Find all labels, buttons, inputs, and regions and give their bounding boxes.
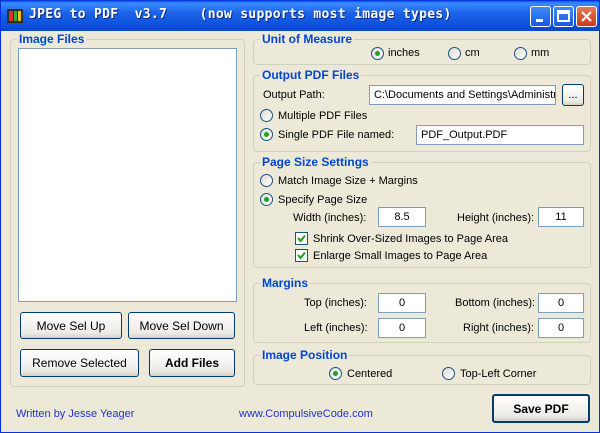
- checkmark-icon: [297, 251, 306, 260]
- single-pdf-label: Single PDF File named:: [278, 129, 395, 141]
- enlarge-label: Enlarge Small Images to Page Area: [313, 250, 488, 262]
- author-credit: Written by Jesse Yeager: [16, 408, 135, 420]
- top-margin-field[interactable]: 0: [378, 293, 426, 313]
- move-sel-up-button[interactable]: Move Sel Up: [20, 312, 122, 339]
- height-field[interactable]: 11: [538, 207, 584, 227]
- close-icon: [581, 11, 592, 22]
- multiple-pdf-label: Multiple PDF Files: [278, 110, 368, 122]
- close-button[interactable]: [576, 6, 597, 27]
- app-window: JPEG to PDF v3.7 (now supports most imag…: [0, 0, 600, 433]
- right-margin-label: Right (inches):: [463, 322, 534, 334]
- top-left-corner-radio[interactable]: [442, 367, 455, 380]
- maximize-icon: [557, 10, 570, 22]
- mm-radio[interactable]: [514, 47, 527, 60]
- image-files-list[interactable]: [18, 48, 237, 302]
- enlarge-checkbox[interactable]: [295, 249, 308, 262]
- minimize-icon: [536, 19, 543, 22]
- top-margin-label: Top (inches):: [304, 297, 367, 309]
- unit-of-measure-title: Unit of Measure: [260, 32, 355, 46]
- single-pdf-radio[interactable]: [260, 128, 273, 141]
- pdf-filename-field[interactable]: PDF_Output.PDF: [416, 125, 584, 145]
- top-left-corner-label: Top-Left Corner: [460, 368, 537, 380]
- image-position-title: Image Position: [260, 348, 350, 362]
- centered-radio[interactable]: [329, 367, 342, 380]
- width-label: Width (inches):: [293, 212, 367, 224]
- match-image-size-radio[interactable]: [260, 174, 273, 187]
- centered-label: Centered: [347, 368, 393, 380]
- inches-label: inches: [388, 47, 420, 59]
- browse-button[interactable]: ...: [562, 84, 584, 106]
- checkmark-icon: [297, 234, 306, 243]
- title-bar[interactable]: JPEG to PDF v3.7 (now supports most imag…: [1, 1, 599, 31]
- height-label: Height (inches):: [457, 212, 535, 224]
- margins-title: Margins: [260, 276, 311, 290]
- maximize-button[interactable]: [553, 6, 574, 27]
- save-pdf-button[interactable]: Save PDF: [492, 394, 590, 423]
- image-position-group: Image Position: [253, 348, 591, 385]
- width-field[interactable]: 8.5: [378, 207, 426, 227]
- left-margin-label: Left (inches):: [304, 322, 368, 334]
- cm-radio[interactable]: [448, 47, 461, 60]
- add-files-button[interactable]: Add Files: [149, 349, 235, 377]
- right-margin-field[interactable]: 0: [538, 318, 584, 338]
- output-pdf-title: Output PDF Files: [260, 68, 362, 82]
- shrink-checkbox[interactable]: [295, 232, 308, 245]
- output-path-field[interactable]: C:\Documents and Settings\Administrat: [369, 85, 556, 105]
- bottom-margin-label: Bottom (inches):: [455, 297, 536, 309]
- image-files-title: Image Files: [17, 32, 87, 46]
- window-title: JPEG to PDF v3.7 (now supports most imag…: [29, 7, 452, 22]
- minimize-button[interactable]: [530, 6, 551, 27]
- specify-page-size-label: Specify Page Size: [278, 194, 368, 206]
- app-icon: [7, 9, 23, 23]
- bottom-margin-field[interactable]: 0: [538, 293, 584, 313]
- website-link[interactable]: www.CompulsiveCode.com: [239, 408, 373, 420]
- shrink-label: Shrink Over-Sized Images to Page Area: [313, 233, 509, 245]
- cm-label: cm: [465, 47, 480, 59]
- output-path-label: Output Path:: [263, 89, 325, 101]
- inches-radio[interactable]: [371, 47, 384, 60]
- left-margin-field[interactable]: 0: [378, 318, 426, 338]
- match-image-size-label: Match Image Size + Margins: [278, 175, 418, 187]
- mm-label: mm: [531, 47, 550, 59]
- move-sel-down-button[interactable]: Move Sel Down: [128, 312, 235, 339]
- remove-selected-button[interactable]: Remove Selected: [20, 349, 139, 377]
- page-size-title: Page Size Settings: [260, 155, 371, 169]
- specify-page-size-radio[interactable]: [260, 193, 273, 206]
- multiple-pdf-radio[interactable]: [260, 109, 273, 122]
